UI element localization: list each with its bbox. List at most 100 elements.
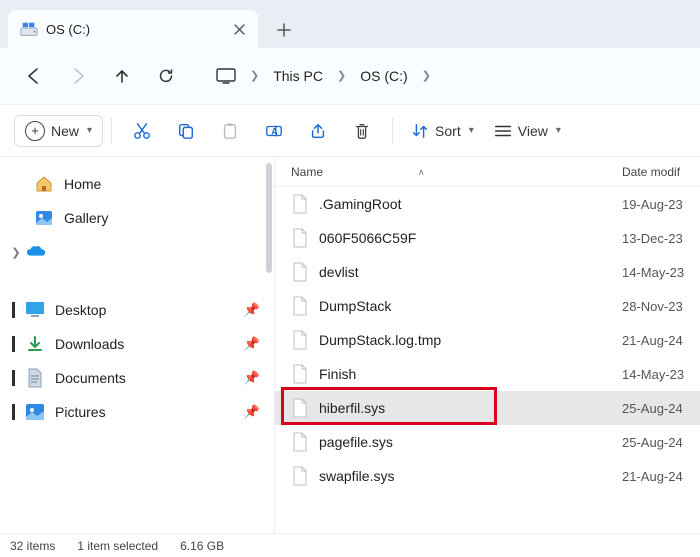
chevron-right-icon[interactable]: ❯ xyxy=(248,69,261,82)
new-button[interactable]: + New ▾ xyxy=(14,115,103,147)
sidebar-item-downloads[interactable]: Downloads 📌 xyxy=(6,327,268,361)
sidebar-label: Home xyxy=(64,176,101,192)
sort-label: Sort xyxy=(435,123,461,139)
file-pane: Name ʌ Date modif .GamingRoot19-Aug-2306… xyxy=(275,157,700,533)
file-row[interactable]: hiberfil.sys25-Aug-24 xyxy=(275,391,700,425)
view-button[interactable]: View ▾ xyxy=(484,116,571,146)
downloads-icon xyxy=(25,334,45,354)
column-headers: Name ʌ Date modif xyxy=(275,157,700,187)
sidebar-item-onedrive[interactable] xyxy=(26,235,54,269)
file-name: 060F5066C59F xyxy=(319,230,416,246)
sort-indicator-icon: ʌ xyxy=(419,167,424,177)
file-date: 21-Aug-24 xyxy=(622,469,700,484)
share-button[interactable] xyxy=(296,116,340,146)
up-button[interactable] xyxy=(102,56,142,96)
file-row[interactable]: 060F5066C59F 13-Dec-23 xyxy=(275,221,700,255)
file-row[interactable]: DumpStack.log.tmp21-Aug-24 xyxy=(275,323,700,357)
rename-button[interactable]: A xyxy=(252,116,296,146)
column-name[interactable]: Name ʌ xyxy=(291,165,622,179)
column-name-label: Name xyxy=(291,165,323,179)
tab-os-c[interactable]: OS (C:) xyxy=(8,10,258,48)
file-date: 19-Aug-23 xyxy=(622,197,700,212)
sidebar-label: Gallery xyxy=(64,210,108,226)
view-label: View xyxy=(518,123,548,139)
file-row[interactable]: swapfile.sys 21-Aug-24 xyxy=(275,459,700,493)
file-name: swapfile.sys xyxy=(319,468,394,484)
back-button[interactable] xyxy=(14,56,54,96)
file-icon xyxy=(291,397,309,419)
tab-bar: OS (C:) xyxy=(0,0,700,48)
pin-icon[interactable]: 📌 xyxy=(244,302,260,318)
nav-bar: ❯ This PC ❯ OS (C:) ❯ xyxy=(0,48,700,104)
sidebar: Home Gallery ❯ Desktop 📌 Downloads 📌 xyxy=(0,157,275,533)
home-icon xyxy=(34,174,54,194)
sidebar-item-pictures[interactable]: Pictures 📌 xyxy=(6,395,268,429)
sidebar-item-documents[interactable]: Documents 📌 xyxy=(6,361,268,395)
delete-button[interactable] xyxy=(340,116,384,146)
separator xyxy=(392,118,393,144)
file-name: Finish xyxy=(319,366,356,382)
file-icon xyxy=(291,295,309,317)
sidebar-item-home[interactable]: Home xyxy=(6,167,268,201)
pin-icon[interactable]: 📌 xyxy=(244,370,260,386)
chevron-right-icon[interactable]: ❯ xyxy=(335,69,348,82)
file-name: devlist xyxy=(319,264,359,280)
column-date[interactable]: Date modif xyxy=(622,165,700,179)
file-row[interactable]: devlist 14-May-23 xyxy=(275,255,700,289)
file-name: pagefile.sys xyxy=(319,434,393,450)
main-area: Home Gallery ❯ Desktop 📌 Downloads 📌 xyxy=(0,157,700,533)
status-count: 32 items xyxy=(10,539,55,553)
file-icon xyxy=(291,431,309,453)
chevron-down-icon: ▾ xyxy=(556,125,561,136)
drive-icon xyxy=(20,20,38,38)
status-bar: 32 items 1 item selected 6.16 GB xyxy=(0,533,700,557)
breadcrumb: ❯ This PC ❯ OS (C:) ❯ xyxy=(210,64,433,88)
documents-icon xyxy=(25,368,45,388)
accent-bar xyxy=(12,404,15,420)
close-icon[interactable] xyxy=(232,22,246,36)
sidebar-item-desktop[interactable]: Desktop 📌 xyxy=(6,293,268,327)
sidebar-label: Pictures xyxy=(55,404,106,420)
file-icon xyxy=(291,329,309,351)
forward-button[interactable] xyxy=(58,56,98,96)
paste-button[interactable] xyxy=(208,116,252,146)
chevron-down-icon: ▾ xyxy=(469,125,474,136)
file-date: 28-Nov-23 xyxy=(622,299,700,314)
file-rows: .GamingRoot19-Aug-23 060F5066C59F 13-Dec-2… xyxy=(275,187,700,493)
file-icon xyxy=(291,363,309,385)
column-date-label: Date modif xyxy=(622,165,680,179)
breadcrumb-thispc[interactable]: This PC xyxy=(267,64,329,88)
refresh-button[interactable] xyxy=(146,56,186,96)
file-date: 25-Aug-24 xyxy=(622,435,700,450)
new-tab-button[interactable] xyxy=(276,22,292,38)
file-icon xyxy=(291,227,309,249)
file-row[interactable]: DumpStack28-Nov-23 xyxy=(275,289,700,323)
file-date: 14-May-23 xyxy=(622,367,700,382)
sort-button[interactable]: Sort ▾ xyxy=(401,116,484,146)
onedrive-icon xyxy=(26,242,46,262)
file-row[interactable]: Finish 14-May-23 xyxy=(275,357,700,391)
pin-icon[interactable]: 📌 xyxy=(244,336,260,352)
file-date: 14-May-23 xyxy=(622,265,700,280)
expand-caret-icon[interactable]: ❯ xyxy=(6,246,26,259)
file-date: 13-Dec-23 xyxy=(622,231,700,246)
file-row[interactable]: .GamingRoot19-Aug-23 xyxy=(275,187,700,221)
accent-bar xyxy=(12,370,15,386)
sidebar-label: Desktop xyxy=(55,302,106,318)
pin-icon[interactable]: 📌 xyxy=(244,404,260,420)
copy-button[interactable] xyxy=(164,116,208,146)
file-row[interactable]: pagefile.sys 25-Aug-24 xyxy=(275,425,700,459)
breadcrumb-root-icon[interactable] xyxy=(210,64,242,88)
pictures-icon xyxy=(25,402,45,422)
tab-title: OS (C:) xyxy=(46,22,224,37)
sidebar-item-gallery[interactable]: Gallery xyxy=(6,201,268,235)
breadcrumb-drive[interactable]: OS (C:) xyxy=(354,64,413,88)
file-name: DumpStack.log.tmp xyxy=(319,332,441,348)
sidebar-scrollbar[interactable] xyxy=(266,163,272,273)
chevron-right-icon[interactable]: ❯ xyxy=(420,69,433,82)
cut-button[interactable] xyxy=(120,116,164,146)
plus-circle-icon: + xyxy=(25,121,45,141)
sidebar-label: Documents xyxy=(55,370,126,386)
file-icon xyxy=(291,193,309,215)
file-icon xyxy=(291,465,309,487)
